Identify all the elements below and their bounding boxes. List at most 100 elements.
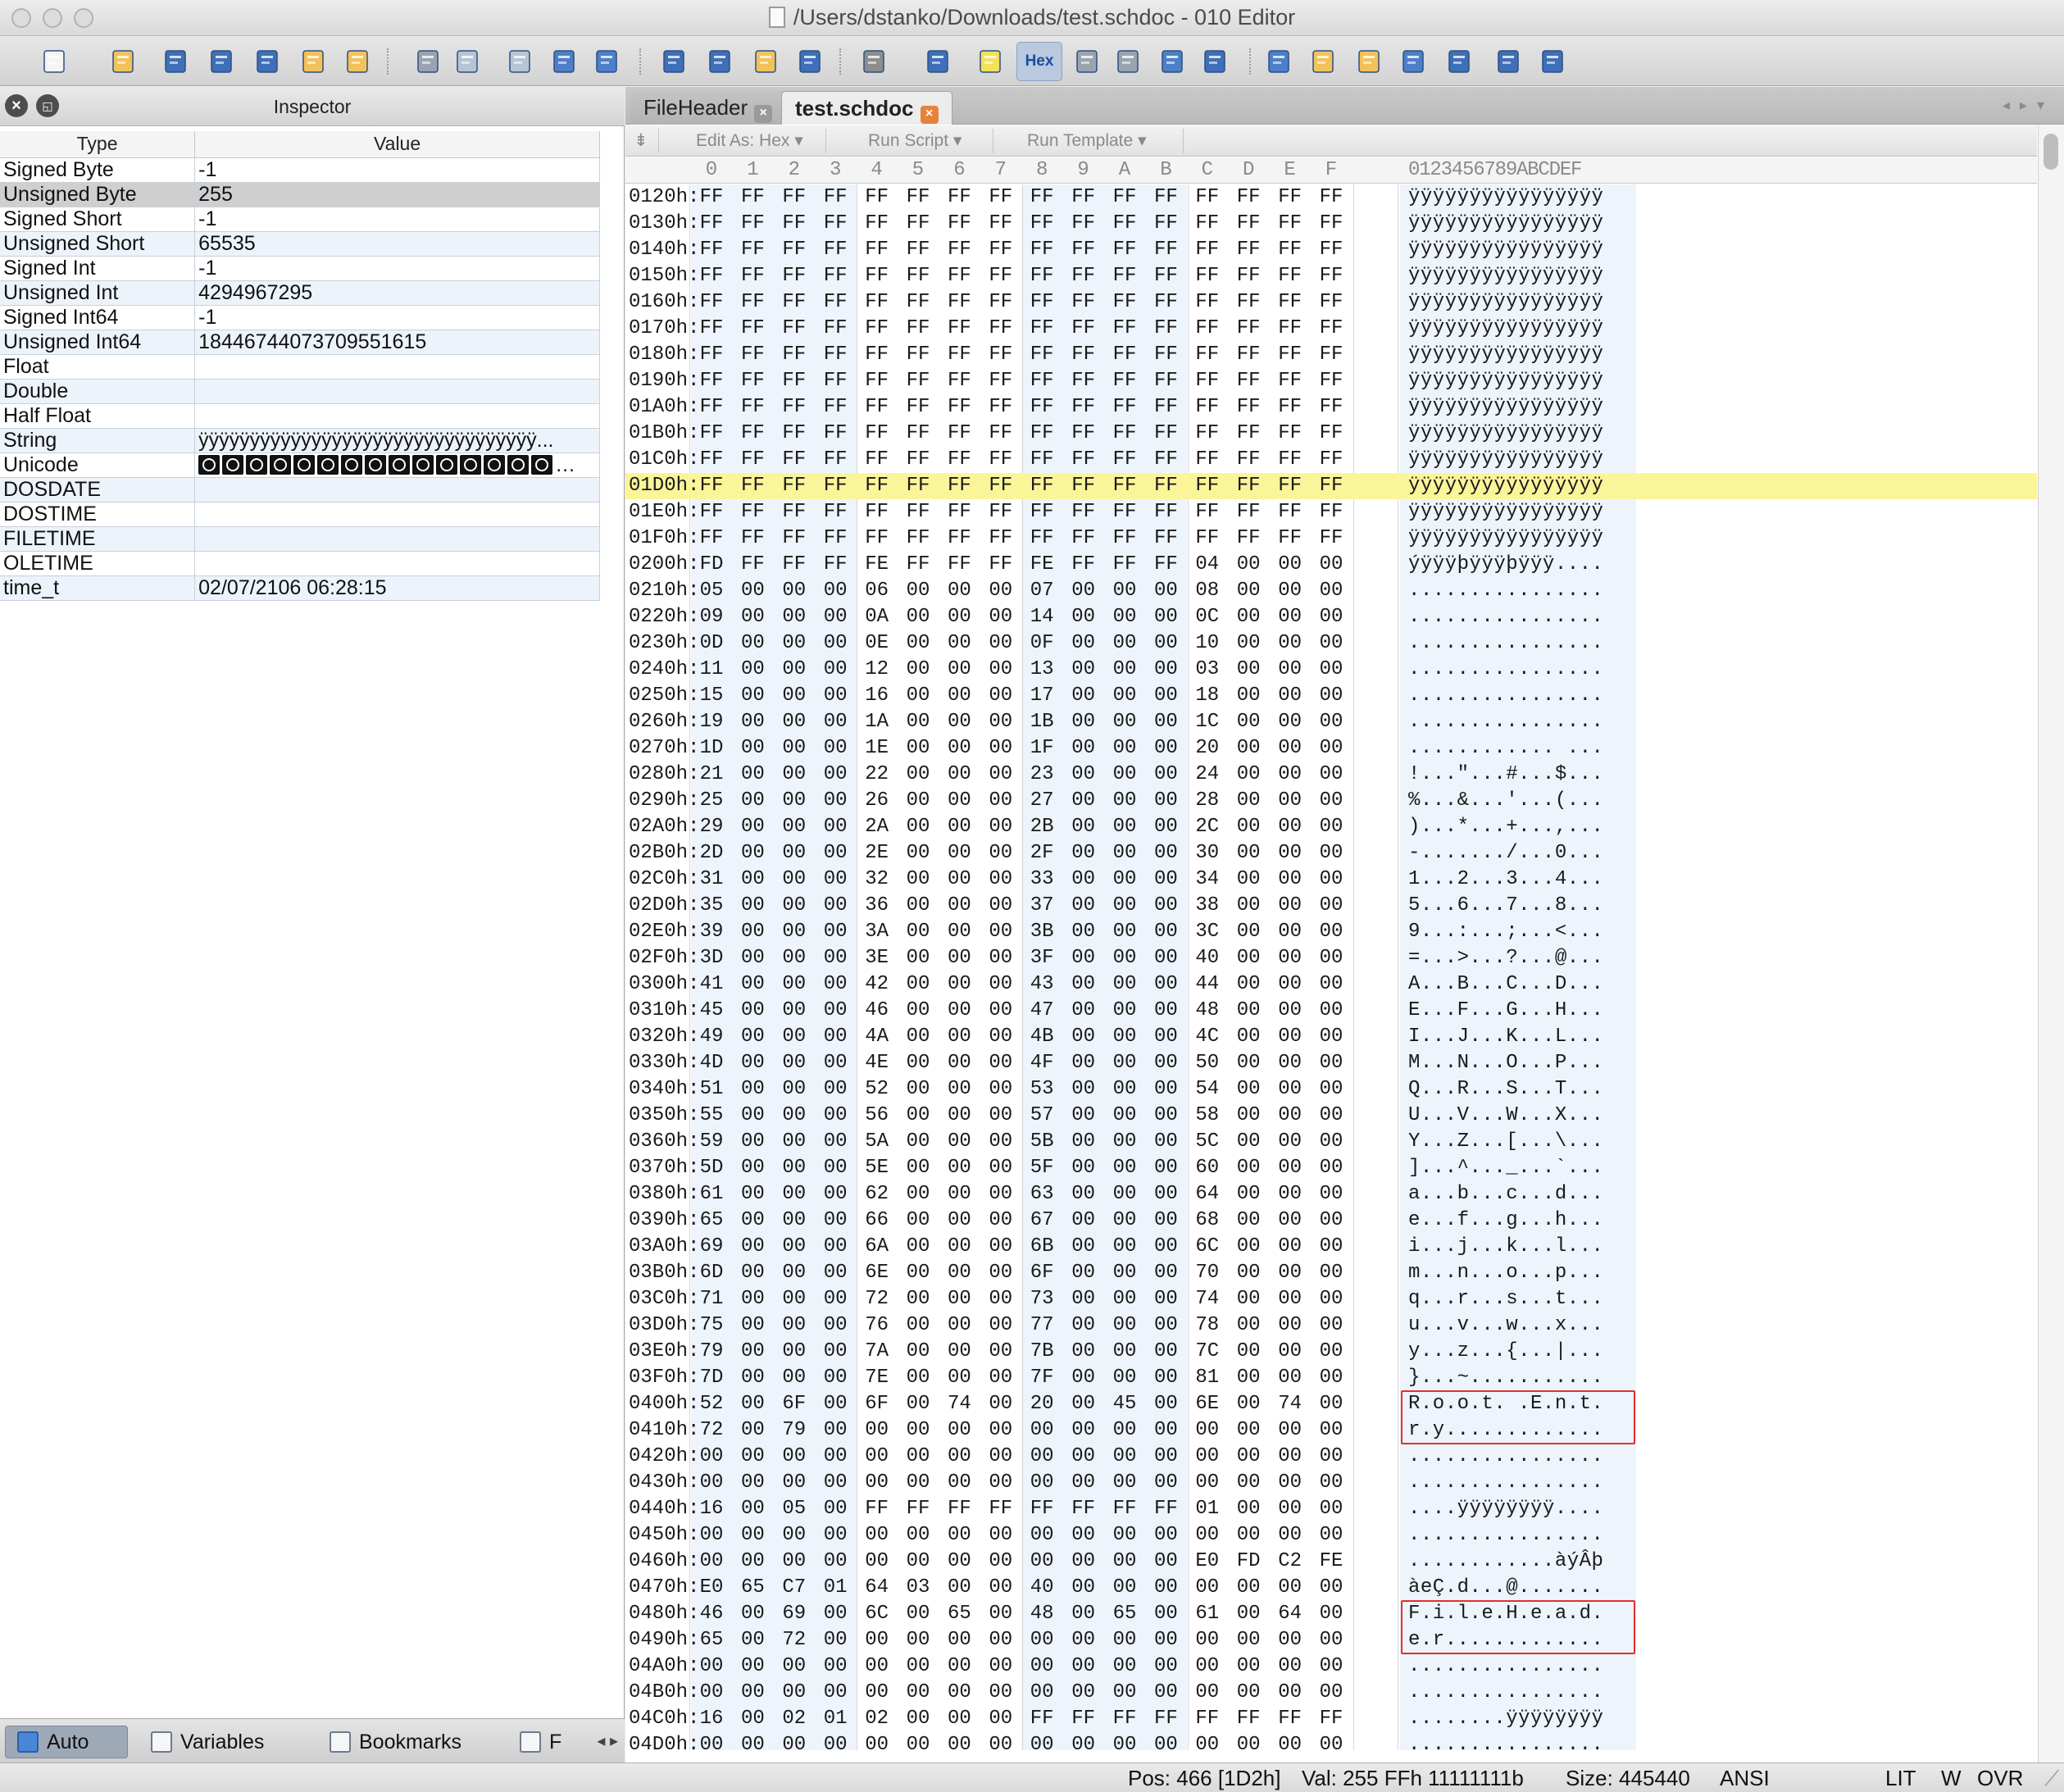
hex-byte[interactable]: 70 — [1187, 1260, 1228, 1286]
hex-byte[interactable]: 36 — [857, 893, 898, 919]
hex-byte[interactable]: 00 — [815, 1024, 856, 1050]
hex-byte[interactable]: 00 — [732, 683, 773, 709]
hex-byte[interactable]: 27 — [1021, 788, 1062, 814]
hex-byte[interactable]: FF — [1063, 421, 1104, 447]
hex-row[interactable]: 0140h: FF FF FF FF FF FF FF FF FF FF FF FF FF FF FF FF ÿÿ… — [625, 237, 2037, 263]
hex-byte[interactable]: 00 — [1228, 1234, 1269, 1260]
hex-byte[interactable]: 59 — [691, 1129, 732, 1155]
hex-byte[interactable]: 00 — [1270, 1417, 1311, 1444]
hex-byte[interactable]: 10 — [1187, 630, 1228, 657]
hex-byte[interactable]: 00 — [980, 762, 1021, 788]
hex-byte[interactable]: 00 — [732, 578, 773, 604]
hex-byte[interactable]: 00 — [1187, 1417, 1228, 1444]
goto-icon[interactable] — [792, 43, 828, 80]
checksum-icon[interactable] — [1395, 43, 1431, 80]
hex-byte[interactable]: FF — [732, 499, 773, 525]
hex-byte[interactable]: 7E — [857, 1365, 898, 1391]
columns-icon[interactable] — [1069, 43, 1105, 80]
hex-byte[interactable]: 00 — [1228, 604, 1269, 630]
hex-byte[interactable]: 00 — [898, 1286, 939, 1312]
hex-byte[interactable]: 62 — [857, 1181, 898, 1208]
ascii-text[interactable]: Q...R...S...T... — [1408, 1076, 1603, 1103]
inspector-row[interactable]: Signed Byte -1 — [0, 157, 600, 183]
hex-byte[interactable]: FF — [939, 184, 980, 211]
ascii-text[interactable]: R.o.o.t. .E.n.t. — [1408, 1391, 1603, 1417]
hex-byte[interactable]: 00 — [939, 1103, 980, 1129]
hex-byte[interactable]: 22 — [857, 762, 898, 788]
hex-byte[interactable]: 00 — [732, 1208, 773, 1234]
hex-byte[interactable]: 00 — [1063, 1129, 1104, 1155]
ascii-text[interactable]: ÿÿÿÿÿÿÿÿÿÿÿÿÿÿÿÿ — [1408, 211, 1603, 237]
hex-byte[interactable]: FF — [1187, 184, 1228, 211]
value-column-header[interactable]: Value — [194, 131, 600, 158]
hex-byte[interactable]: 00 — [1311, 1680, 1352, 1706]
hex-byte[interactable]: 00 — [1270, 998, 1311, 1024]
hex-byte[interactable]: 00 — [1063, 1365, 1104, 1391]
hex-byte[interactable]: 00 — [1063, 971, 1104, 998]
hex-byte[interactable]: 00 — [732, 709, 773, 735]
status-lit[interactable]: LIT — [1885, 1766, 1916, 1791]
hex-byte[interactable]: FF — [857, 1496, 898, 1522]
hex-byte[interactable]: 00 — [939, 1076, 980, 1103]
hex-byte[interactable]: 00 — [1145, 1024, 1186, 1050]
hex-byte[interactable]: 00 — [980, 1522, 1021, 1549]
hex-byte[interactable]: FF — [691, 211, 732, 237]
print-icon[interactable] — [856, 43, 892, 80]
hex-byte[interactable]: 00 — [1104, 788, 1145, 814]
ascii-text[interactable]: ÿÿÿÿÿÿÿÿÿÿÿÿÿÿÿÿ — [1408, 447, 1603, 473]
find-strings-icon[interactable] — [702, 43, 738, 80]
hex-byte[interactable]: 00 — [1311, 630, 1352, 657]
ascii-text[interactable]: ................ — [1408, 578, 1603, 604]
hex-row[interactable]: 0180h: FF FF FF FF FF FF FF FF FF FF FF FF FF FF FF FF ÿÿ… — [625, 342, 2037, 368]
hex-byte[interactable]: 00 — [1311, 998, 1352, 1024]
hex-byte[interactable]: FF — [815, 342, 856, 368]
hex-byte[interactable]: FF — [1311, 211, 1352, 237]
hex-byte[interactable]: 00 — [1270, 630, 1311, 657]
hex-byte[interactable]: 75 — [691, 1312, 732, 1339]
hex-byte[interactable]: 00 — [1145, 919, 1186, 945]
hex-byte[interactable]: 00 — [815, 1627, 856, 1653]
hex-byte[interactable]: 69 — [691, 1234, 732, 1260]
hex-byte[interactable]: 1C — [1187, 709, 1228, 735]
edit-as-dropdown[interactable]: Edit As: Hex ▾ — [696, 130, 803, 152]
hex-byte[interactable]: 00 — [1270, 1680, 1311, 1706]
hex-byte[interactable]: 00 — [815, 1312, 856, 1339]
run-script-dropdown[interactable]: Run Script ▾ — [868, 130, 962, 152]
hex-byte[interactable]: FF — [815, 184, 856, 211]
hex-byte[interactable]: 00 — [1145, 630, 1186, 657]
hex-byte[interactable]: FF — [815, 499, 856, 525]
hex-byte[interactable]: 00 — [774, 1181, 815, 1208]
hex-byte[interactable]: FF — [1228, 237, 1269, 263]
hex-byte[interactable]: 00 — [1063, 788, 1104, 814]
hex-byte[interactable]: 5E — [857, 1155, 898, 1181]
hex-byte[interactable]: 00 — [732, 998, 773, 1024]
hex-byte[interactable]: 00 — [1063, 657, 1104, 683]
hex-byte[interactable]: 78 — [1187, 1312, 1228, 1339]
hex-byte[interactable]: FF — [1270, 237, 1311, 263]
hex-byte[interactable]: 00 — [1228, 1024, 1269, 1050]
hex-byte[interactable]: 00 — [732, 1470, 773, 1496]
hex-row[interactable]: 0250h: 15 00 00 00 16 00 00 00 17 00 00 00 18 00 00 00..… — [625, 683, 2037, 709]
inspector-row[interactable]: Float — [0, 354, 600, 380]
hex-byte[interactable]: 00 — [774, 788, 815, 814]
hex-byte[interactable]: FF — [857, 525, 898, 552]
hex-byte[interactable]: 00 — [1063, 762, 1104, 788]
inspector-row[interactable]: OLETIME — [0, 551, 600, 576]
status-position[interactable]: Pos: 466 [1D2h] — [1128, 1766, 1280, 1791]
hex-byte[interactable]: FF — [1270, 525, 1311, 552]
hex-byte[interactable]: 00 — [939, 971, 980, 998]
hex-byte[interactable]: 00 — [815, 1732, 856, 1750]
hex-byte[interactable]: 00 — [1311, 1234, 1352, 1260]
hex-byte[interactable]: 00 — [939, 1155, 980, 1181]
hex-byte[interactable]: FF — [732, 263, 773, 289]
hex-byte[interactable]: 00 — [980, 919, 1021, 945]
hex-byte[interactable]: FF — [1311, 447, 1352, 473]
hex-byte[interactable]: 00 — [980, 1706, 1021, 1732]
hex-byte[interactable]: 45 — [1104, 1391, 1145, 1417]
hex-byte[interactable]: 00 — [939, 1339, 980, 1365]
hex-byte[interactable]: FF — [691, 368, 732, 394]
ascii-text[interactable]: ÿÿÿÿÿÿÿÿÿÿÿÿÿÿÿÿ — [1408, 421, 1603, 447]
hex-byte[interactable]: 00 — [1104, 1286, 1145, 1312]
ascii-text[interactable]: ýÿÿÿþÿÿÿþÿÿÿ.... — [1408, 552, 1603, 578]
hex-byte[interactable]: 00 — [980, 1391, 1021, 1417]
